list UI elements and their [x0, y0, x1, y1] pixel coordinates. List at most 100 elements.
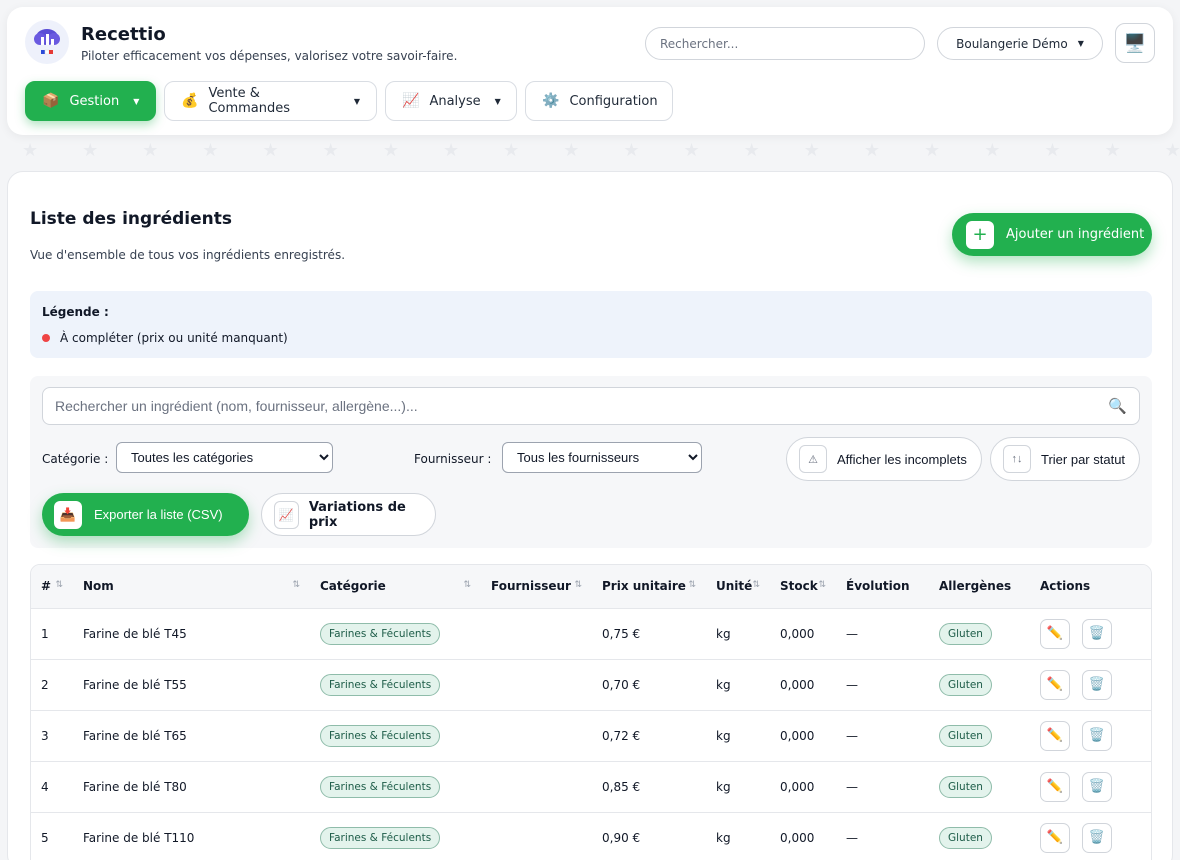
edit-button[interactable]: ✏️	[1040, 720, 1070, 751]
column-header-unit[interactable]: Unité ⇅	[706, 565, 770, 609]
cell-price: 0,90 €	[592, 812, 706, 860]
column-header-name[interactable]: Nom ⇅	[73, 565, 310, 609]
cell-num: 4	[31, 761, 73, 813]
app-header: Recettio Piloter efficacement vos dépens…	[7, 7, 1173, 135]
trash-icon: 🗑️	[1088, 830, 1106, 845]
cell-price: 0,70 €	[592, 659, 706, 711]
cell-actions: ✏️ 🗑️	[1030, 608, 1151, 660]
add-ingredient-button[interactable]: + Ajouter un ingrédient	[952, 213, 1152, 256]
display-mode-button[interactable]: 🖥️	[1115, 23, 1155, 63]
cell-price: 0,72 €	[592, 710, 706, 762]
edit-button[interactable]: ✏️	[1040, 771, 1070, 802]
caret-down-icon: ▼	[353, 96, 360, 106]
header-label: Évolution	[846, 579, 910, 594]
supplier-select[interactable]: Tous les fournisseurs	[502, 442, 702, 473]
cell-actions: ✏️ 🗑️	[1030, 812, 1151, 860]
edit-button[interactable]: ✏️	[1040, 822, 1070, 853]
cell-actions: ✏️ 🗑️	[1030, 761, 1151, 813]
nav-gestion[interactable]: 📦 Gestion ▼	[25, 81, 156, 121]
cell-num: 3	[31, 710, 73, 762]
column-header-actions: Actions	[1030, 565, 1151, 609]
cell-evolution: —	[836, 710, 929, 762]
show-incomplete-label: Afficher les incomplets	[837, 451, 967, 467]
company-selector[interactable]: Boulangerie Démo ▼	[937, 27, 1103, 60]
delete-button[interactable]: 🗑️	[1082, 720, 1112, 751]
cell-allergen: Gluten	[929, 761, 1030, 813]
category-badge: Farines & Féculents	[320, 826, 441, 849]
package-icon: 📦	[42, 93, 60, 109]
chart-up-icon: 📈	[274, 500, 299, 529]
category-select[interactable]: Toutes les catégories	[116, 442, 333, 473]
add-ingredient-label: Ajouter un ingrédient	[1006, 227, 1145, 242]
sort-icon: ⇅	[55, 580, 63, 590]
nav-configuration[interactable]: ⚙️ Configuration	[525, 81, 673, 121]
export-csv-button[interactable]: 📥 Exporter la liste (CSV)	[42, 493, 249, 536]
cell-num: 2	[31, 659, 73, 711]
table-row: 4 Farine de blé T80 Farines & Féculents …	[31, 761, 1151, 813]
ingredients-table: # ⇅ Nom ⇅ Catégorie ⇅ Fournisseur ⇅ Prix uni…	[30, 564, 1152, 860]
main-nav: 📦 Gestion ▼ 💰 Vente & Commandes ▼ 📈 Anal…	[25, 81, 673, 121]
cell-category: Farines & Féculents	[310, 608, 481, 660]
cell-stock: 0,000	[770, 608, 836, 660]
app-logo	[25, 20, 69, 64]
allergen-badge: Gluten	[939, 622, 992, 645]
column-header-price[interactable]: Prix unitaire ⇅	[592, 565, 706, 609]
cell-allergen: Gluten	[929, 659, 1030, 711]
cell-price: 0,75 €	[592, 608, 706, 660]
cell-unit: kg	[706, 659, 770, 711]
monitor-icon: 🖥️	[1123, 32, 1147, 54]
pencil-icon: ✏️	[1046, 626, 1064, 641]
warning-icon: ⚠	[799, 445, 827, 473]
sort-status-button[interactable]: ↑↓ Trier par statut	[990, 437, 1140, 481]
column-header-stock[interactable]: Stock ⇅	[770, 565, 836, 609]
cell-category: Farines & Féculents	[310, 812, 481, 860]
cell-stock: 0,000	[770, 710, 836, 762]
cell-allergen: Gluten	[929, 710, 1030, 762]
global-search-input[interactable]	[645, 27, 925, 60]
pencil-icon: ✏️	[1046, 830, 1064, 845]
legend-item-label: À compléter (prix ou unité manquant)	[60, 331, 288, 345]
allergen-badge: Gluten	[939, 775, 992, 798]
show-incomplete-button[interactable]: ⚠ Afficher les incomplets	[786, 437, 982, 481]
cell-name: Farine de blé T55	[73, 659, 310, 711]
cell-actions: ✏️ 🗑️	[1030, 659, 1151, 711]
category-badge: Farines & Féculents	[320, 775, 441, 798]
cell-evolution: —	[836, 761, 929, 813]
cell-evolution: —	[836, 812, 929, 860]
edit-button[interactable]: ✏️	[1040, 669, 1070, 700]
cell-supplier	[481, 710, 592, 762]
cell-evolution: —	[836, 608, 929, 660]
nav-vente-commandes[interactable]: 💰 Vente & Commandes ▼	[164, 81, 377, 121]
trash-icon: 🗑️	[1088, 626, 1106, 641]
cell-actions: ✏️ 🗑️	[1030, 710, 1151, 762]
caret-down-icon: ▼	[133, 96, 140, 106]
delete-button[interactable]: 🗑️	[1082, 669, 1112, 700]
delete-button[interactable]: 🗑️	[1082, 618, 1112, 649]
nav-analyse[interactable]: 📈 Analyse ▼	[385, 81, 517, 121]
column-header-category[interactable]: Catégorie ⇅	[310, 565, 481, 609]
column-header-allergens: Allergènes	[929, 565, 1030, 609]
cell-supplier	[481, 761, 592, 813]
export-label: Exporter la liste (CSV)	[94, 507, 223, 522]
delete-button[interactable]: 🗑️	[1082, 822, 1112, 853]
ingredient-search-input[interactable]	[42, 387, 1140, 425]
sort-arrows-icon: ↑↓	[1003, 445, 1031, 473]
sort-icon: ⇅	[463, 580, 471, 590]
sort-icon: ⇅	[818, 580, 826, 590]
cell-unit: kg	[706, 812, 770, 860]
column-header-evolution: Évolution	[836, 565, 929, 609]
header-label: Prix unitaire	[602, 579, 686, 594]
sort-icon: ⇅	[292, 580, 300, 590]
edit-button[interactable]: ✏️	[1040, 618, 1070, 649]
price-variations-button[interactable]: 📈 Variations de prix	[261, 493, 436, 536]
filters-panel: 🔍 Catégorie : Toutes les catégories Four…	[30, 376, 1152, 548]
trash-icon: 🗑️	[1088, 677, 1106, 692]
delete-button[interactable]: 🗑️	[1082, 771, 1112, 802]
money-bag-icon: 💰	[181, 93, 199, 109]
page-title: Liste des ingrédients	[30, 209, 232, 229]
column-header-num[interactable]: # ⇅	[31, 565, 73, 609]
main-card: Liste des ingrédients Vue d'ensemble de …	[7, 171, 1173, 860]
category-badge: Farines & Féculents	[320, 622, 441, 645]
column-header-supplier[interactable]: Fournisseur ⇅	[481, 565, 592, 609]
cell-allergen: Gluten	[929, 812, 1030, 860]
